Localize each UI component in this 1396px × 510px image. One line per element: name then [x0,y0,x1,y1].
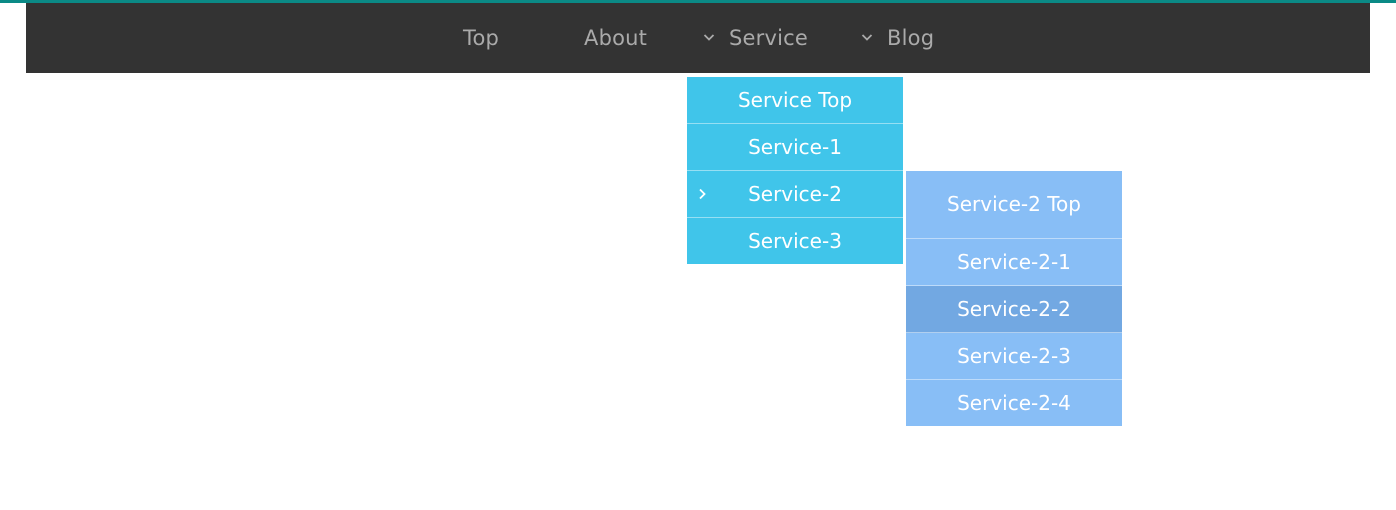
menu-item-service-2-3[interactable]: Service-2-3 [906,333,1122,380]
menu-item-label: Service-2 Top [947,192,1081,216]
nav-item-label: Top [463,26,500,50]
main-navbar: Top About Service Blog [26,3,1370,73]
menu-item-service-2-2[interactable]: Service-2-2 [906,286,1122,333]
menu-item-service-top[interactable]: Service Top [687,77,903,124]
nav-item-label: Blog [887,26,935,50]
menu-item-service-2-1[interactable]: Service-2-1 [906,239,1122,286]
menu-item-service-2-top[interactable]: Service-2 Top [906,171,1122,239]
menu-item-service-2[interactable]: Service-2 [687,171,903,218]
menu-item-service-1[interactable]: Service-1 [687,124,903,171]
chevron-down-icon [861,34,873,41]
menu-item-label: Service-2-4 [957,390,1071,415]
nav-item-label: Service [729,26,809,50]
chevron-down-icon [703,34,715,41]
service-2-submenu: Service-2 Top Service-2-1 Service-2-2 Se… [906,171,1122,426]
nav-item-blog[interactable]: Blog [861,3,934,73]
menu-item-service-2-4[interactable]: Service-2-4 [906,380,1122,426]
menu-item-label: Service Top [737,87,853,112]
menu-item-label: Service-2 [748,181,842,206]
menu-item-label: Service-3 [748,228,842,253]
nav-item-top[interactable]: Top [463,3,499,73]
menu-item-label: Service-2-2 [957,296,1071,321]
nav-item-about[interactable]: About [584,3,647,73]
nav-item-service[interactable]: Service [703,3,808,73]
menu-item-service-3[interactable]: Service-3 [687,218,903,264]
menu-item-label: Service-2-1 [957,249,1071,274]
menu-item-label: Service-1 [748,134,842,159]
menu-item-label: Service-2-3 [957,343,1071,368]
nav-item-label: About [584,26,648,50]
service-dropdown-menu: Service Top Service-1 Service-2 Service-… [687,77,903,264]
chevron-right-icon [699,188,706,200]
